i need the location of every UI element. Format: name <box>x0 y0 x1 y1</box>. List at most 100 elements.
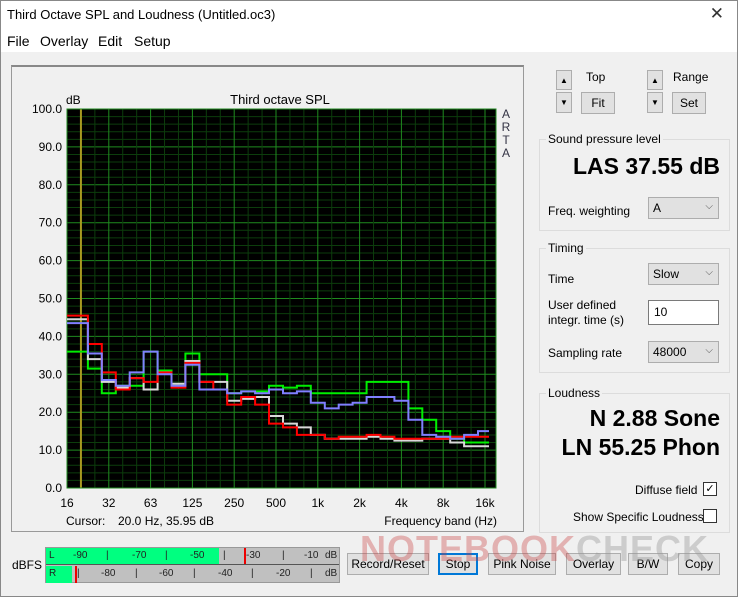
arta-letter: A <box>502 107 510 121</box>
level-meter: L -90 | -70 | -50 | -30 | -10 dB R | -80… <box>45 547 340 583</box>
x-tick-label: 16 <box>60 496 74 510</box>
meter-tick: -50 <box>190 550 205 561</box>
x-tick-label: 2k <box>353 496 367 510</box>
meter-tick: | <box>77 568 80 579</box>
copy-button[interactable]: Copy <box>678 553 720 575</box>
overlay-button[interactable]: Overlay <box>566 553 621 575</box>
time-label: Time <box>548 272 575 286</box>
diffuse-field-checkbox[interactable]: ✓ <box>703 482 717 496</box>
fit-button[interactable]: Fit <box>581 92 615 114</box>
meter-tick: -10 <box>304 550 319 561</box>
loudness-phon: LN 55.25 Phon <box>561 434 720 460</box>
x-tick-label: 125 <box>182 496 202 510</box>
meter-tick: -70 <box>132 550 147 561</box>
arrow-down-icon: ▼ <box>560 98 568 107</box>
time-value: Slow <box>653 267 680 281</box>
meter-tick: dB <box>325 550 338 561</box>
chevron-down-icon: ⌵ <box>705 345 713 356</box>
record-reset-button[interactable]: Record/Reset <box>347 553 429 575</box>
meter-tick: -90 <box>73 550 88 561</box>
spl-value: LAS 37.55 dB <box>573 153 720 179</box>
arrow-down-icon: ▼ <box>651 98 659 107</box>
meter-tick: | <box>251 568 254 579</box>
range-up-button[interactable]: ▲ <box>647 70 663 90</box>
y-tick-label: 90.0 <box>39 140 63 154</box>
loudness-sone: N 2.88 Sone <box>589 405 720 431</box>
set-button[interactable]: Set <box>672 92 706 114</box>
integr-time-input[interactable]: 10 <box>648 300 719 325</box>
meter-tick: -20 <box>276 568 291 579</box>
meter-tick: dB <box>325 568 338 579</box>
meter-tick: -80 <box>101 568 116 579</box>
meter-tick: | <box>135 568 138 579</box>
x-tick-label: 1k <box>311 496 325 510</box>
x-axis-label: Frequency band (Hz) <box>384 514 497 528</box>
freq-weighting-select[interactable]: A ⌵ <box>648 197 719 219</box>
freq-weighting-value: A <box>653 201 662 215</box>
x-tick-label: 63 <box>144 496 158 510</box>
arta-letter: R <box>502 120 511 134</box>
pink-noise-button[interactable]: Pink Noise <box>488 553 556 575</box>
chevron-down-icon: ⌵ <box>705 267 713 278</box>
chart-title: Third octave SPL <box>230 92 330 107</box>
cursor-label: Cursor: <box>66 514 106 528</box>
top-up-button[interactable]: ▲ <box>556 70 572 90</box>
meter-tick: -40 <box>218 568 233 579</box>
diffuse-field-label: Diffuse field <box>635 483 698 497</box>
x-tick-label: 250 <box>224 496 244 510</box>
stop-button[interactable]: Stop <box>438 553 478 575</box>
y-tick-label: 100.0 <box>32 102 62 116</box>
integr-label-1: User defined <box>548 298 617 312</box>
integr-label-2: integr. time (s) <box>548 313 625 327</box>
y-tick-label: 70.0 <box>39 216 63 230</box>
bw-button[interactable]: B/W <box>628 553 668 575</box>
meter-tick: | <box>223 550 226 561</box>
arrow-up-icon: ▲ <box>651 75 659 85</box>
y-axis-label: dB <box>66 93 81 107</box>
y-tick-label: 0.0 <box>45 481 62 495</box>
x-tick-label: 500 <box>266 496 286 510</box>
sampling-rate-select[interactable]: 48000 ⌵ <box>648 341 719 363</box>
dbfs-label: dBFS <box>12 558 43 572</box>
left-channel-label: L <box>49 550 55 561</box>
left-channel-meter: L -90 | -70 | -50 | -30 | -10 dB <box>46 548 339 565</box>
show-specific-loudness-label: Show Specific Loudness <box>573 510 704 524</box>
meter-tick: -60 <box>159 568 174 579</box>
chevron-down-icon: ⌵ <box>705 201 713 212</box>
sampling-rate-value: 48000 <box>653 345 687 359</box>
meter-tick: | <box>165 550 168 561</box>
loudness-group-title: Loudness <box>546 386 603 400</box>
right-channel-meter: R | -80 | -60 | -40 | -20 | dB <box>46 566 339 583</box>
top-label: Top <box>586 70 606 84</box>
right-channel-label: R <box>49 568 57 579</box>
y-tick-label: 50.0 <box>39 292 63 306</box>
meter-tick: | <box>106 550 109 561</box>
spl-group-title: Sound pressure level <box>546 132 663 146</box>
arta-letter: T <box>502 133 510 147</box>
cursor-value: 20.0 Hz, 35.95 dB <box>118 514 215 528</box>
arta-letter: A <box>502 146 510 160</box>
time-select[interactable]: Slow ⌵ <box>648 263 719 285</box>
meter-tick: | <box>193 568 196 579</box>
x-tick-label: 4k <box>395 496 409 510</box>
meter-tick: | <box>282 550 285 561</box>
x-tick-label: 8k <box>437 496 451 510</box>
arrow-up-icon: ▲ <box>560 75 568 85</box>
meter-tick: | <box>310 568 313 579</box>
y-tick-label: 40.0 <box>39 329 63 343</box>
range-label: Range <box>673 70 709 84</box>
y-tick-label: 30.0 <box>39 367 63 381</box>
x-tick-label: 16k <box>475 496 495 510</box>
range-down-button[interactable]: ▼ <box>647 92 663 113</box>
timing-group-title: Timing <box>546 241 586 255</box>
sampling-rate-label: Sampling rate <box>548 346 623 360</box>
show-specific-loudness-checkbox[interactable] <box>703 509 717 523</box>
x-tick-label: 32 <box>102 496 116 510</box>
top-down-button[interactable]: ▼ <box>556 92 572 113</box>
meter-tick: -30 <box>246 550 261 561</box>
y-tick-label: 60.0 <box>39 254 63 268</box>
freq-weighting-label: Freq. weighting <box>548 204 631 218</box>
y-tick-label: 10.0 <box>39 443 63 457</box>
y-tick-label: 20.0 <box>39 405 63 419</box>
y-tick-label: 80.0 <box>39 178 63 192</box>
